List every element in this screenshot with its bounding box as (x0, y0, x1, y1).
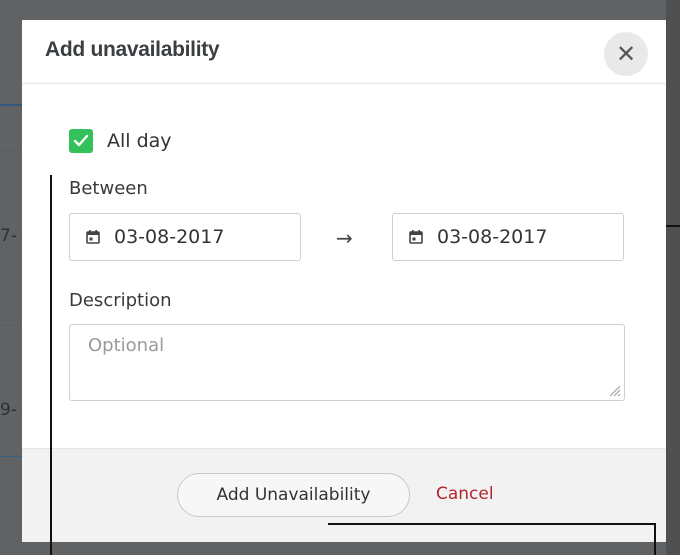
description-label: Description (69, 290, 172, 311)
add-unavailability-dialog: Add unavailability ✕ All day Between 03-… (22, 20, 666, 542)
end-date-value: 03-08-2017 (437, 226, 548, 248)
start-date-value: 03-08-2017 (114, 226, 225, 248)
end-date-input[interactable]: 03-08-2017 (392, 213, 624, 261)
check-icon (73, 134, 89, 147)
backdrop-cell-fragment: 7- (0, 226, 17, 246)
backdrop-cell-fragment: 9- (0, 400, 17, 420)
dialog-header: Add unavailability ✕ (22, 20, 666, 84)
annotation-line-horizontal-bottom (328, 523, 656, 525)
resize-grip-icon[interactable] (607, 383, 621, 397)
between-label: Between (69, 178, 148, 199)
cancel-button[interactable]: Cancel (436, 484, 494, 504)
all-day-row[interactable]: All day (69, 128, 172, 154)
arrow-right-icon: → (336, 226, 353, 250)
calendar-icon (86, 230, 100, 244)
backdrop-row-line (0, 325, 22, 326)
annotation-line-vertical-left (50, 175, 52, 555)
close-icon: ✕ (615, 40, 637, 68)
annotation-line-right-stub (666, 225, 680, 227)
start-date-input[interactable]: 03-08-2017 (69, 213, 301, 261)
add-unavailability-button[interactable]: Add Unavailability (177, 473, 410, 517)
annotation-line-vertical-right (654, 523, 656, 555)
all-day-checkbox[interactable] (69, 129, 93, 153)
description-textarea[interactable] (69, 324, 625, 401)
dialog-footer: Add Unavailability Cancel (22, 448, 666, 542)
backdrop-row-line (0, 150, 22, 151)
dialog-title: Add unavailability (45, 38, 220, 61)
close-button[interactable]: ✕ (604, 32, 648, 76)
backdrop-scroll-strip (666, 0, 680, 555)
calendar-icon (409, 230, 423, 244)
all-day-label[interactable]: All day (107, 130, 172, 152)
